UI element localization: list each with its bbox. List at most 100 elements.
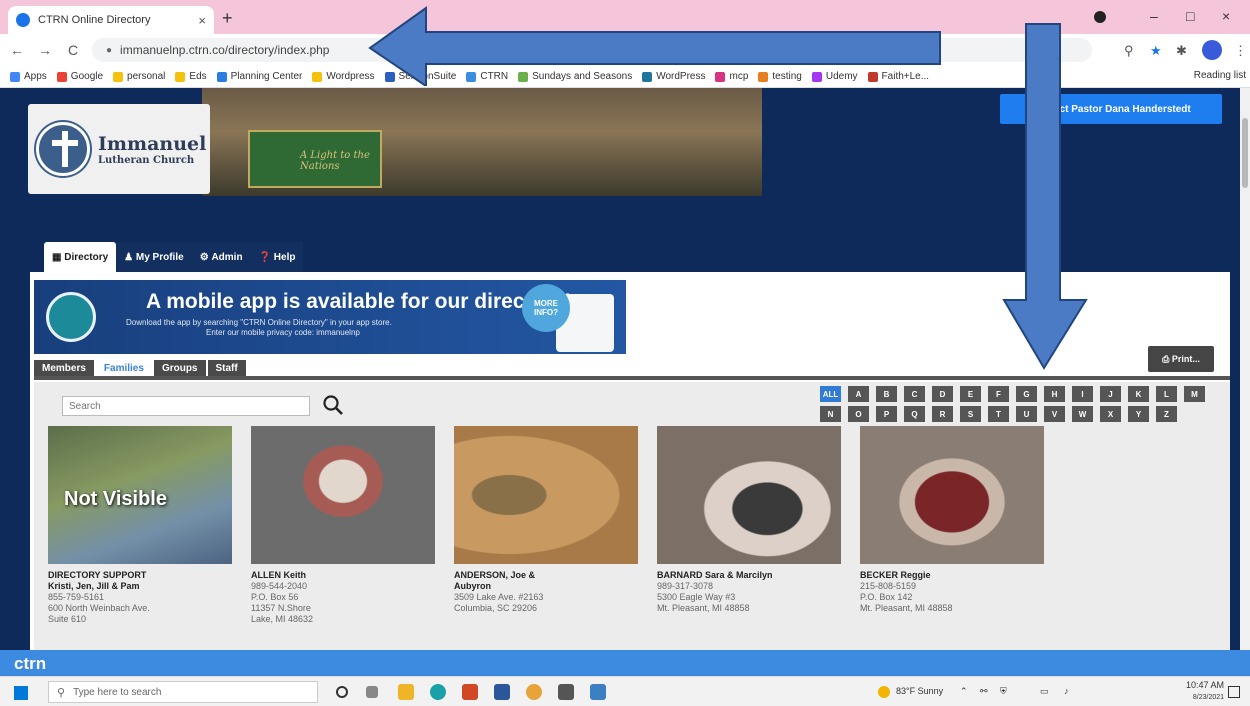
store-icon[interactable] xyxy=(558,684,574,700)
letter-filter-d[interactable]: D xyxy=(932,386,953,402)
letter-filter-s[interactable]: S xyxy=(960,406,981,422)
letter-filter-all[interactable]: ALL xyxy=(820,386,841,402)
bookmark-item[interactable]: Google xyxy=(56,71,103,82)
letter-filter-n[interactable]: N xyxy=(820,406,841,422)
search-icon[interactable] xyxy=(322,394,344,416)
family-name[interactable]: ALLEN Keith xyxy=(251,570,435,581)
bookmark-item[interactable]: Planning Center xyxy=(216,71,302,82)
letter-filter-i[interactable]: I xyxy=(1072,386,1093,402)
family-photo[interactable]: Not Visible xyxy=(48,426,232,564)
notification-icon[interactable] xyxy=(1228,686,1240,698)
subtab-members[interactable]: Members xyxy=(34,360,94,376)
clock[interactable]: 10:47 AM 8/23/2021 xyxy=(1186,680,1224,703)
letter-filter-x[interactable]: X xyxy=(1100,406,1121,422)
bookmark-item[interactable]: personal xyxy=(113,71,165,82)
letter-filter-v[interactable]: V xyxy=(1044,406,1065,422)
scrollbar-thumb[interactable] xyxy=(1242,118,1248,188)
search-input[interactable] xyxy=(62,396,310,416)
letter-filter-t[interactable]: T xyxy=(988,406,1009,422)
letter-filter-o[interactable]: O xyxy=(848,406,869,422)
letter-filter-m[interactable]: M xyxy=(1184,386,1205,402)
clock-date: 8/23/2021 xyxy=(1192,694,1225,701)
family-name[interactable]: ANDERSON, Joe & xyxy=(454,570,638,581)
windows-start-icon[interactable] xyxy=(14,686,28,700)
family-photo[interactable] xyxy=(860,426,1044,564)
bookmark-star-icon[interactable]: ★ xyxy=(1150,43,1162,59)
subtab-staff[interactable]: Staff xyxy=(207,360,246,376)
tab-directory[interactable]: ▦ Directory xyxy=(44,242,117,272)
letter-filter-z[interactable]: Z xyxy=(1156,406,1177,422)
taskbar-search[interactable]: ⚲ Type here to search xyxy=(48,681,318,703)
ctrn-footer-logo[interactable]: ctrn xyxy=(14,654,46,674)
task-view-icon[interactable] xyxy=(366,686,378,698)
subtab-groups[interactable]: Groups xyxy=(153,360,206,376)
more-info-badge[interactable]: MORE INFO? xyxy=(522,284,570,332)
letter-filter-e[interactable]: E xyxy=(960,386,981,402)
letter-filter-l[interactable]: L xyxy=(1156,386,1177,402)
cortana-icon[interactable] xyxy=(336,686,348,698)
letter-filter-q[interactable]: Q xyxy=(904,406,925,422)
photos-icon[interactable] xyxy=(590,684,606,700)
extensions-icon[interactable]: ✱ xyxy=(1176,43,1187,59)
menu-kebab-icon[interactable]: ⋮ xyxy=(1234,43,1247,59)
chrome-icon[interactable] xyxy=(526,684,542,700)
family-photo[interactable] xyxy=(657,426,841,564)
edge-icon[interactable] xyxy=(430,684,446,700)
letter-filter-g[interactable]: G xyxy=(1016,386,1037,402)
bookmark-item[interactable]: Eds xyxy=(175,71,207,82)
letter-filter-j[interactable]: J xyxy=(1100,386,1121,402)
word-icon[interactable] xyxy=(494,684,510,700)
tab-admin[interactable]: ⚙ Admin xyxy=(191,242,251,272)
family-card[interactable]: BECKER Reggie 215-808-5159 P.O. Box 142 Mt.… xyxy=(860,426,1044,625)
window-minimize-button[interactable]: – xyxy=(1150,8,1158,24)
church-logo[interactable]: Immanuel Lutheran Church xyxy=(28,104,210,194)
family-name[interactable]: BARNARD Sara & Marcilyn xyxy=(657,570,841,581)
letter-filter-b[interactable]: B xyxy=(876,386,897,402)
tray-chevron-icon[interactable]: ⌃ xyxy=(960,686,968,697)
volume-icon[interactable]: ♪ xyxy=(1064,686,1069,696)
letter-filter-w[interactable]: W xyxy=(1072,406,1093,422)
letter-filter-p[interactable]: P xyxy=(876,406,897,422)
family-name[interactable]: BECKER Reggie xyxy=(860,570,1044,581)
back-button[interactable]: ← xyxy=(6,42,28,58)
weather-text[interactable]: 83°F Sunny xyxy=(896,686,943,696)
letter-filter-c[interactable]: C xyxy=(904,386,925,402)
family-card[interactable]: BARNARD Sara & Marcilyn 989-317-3078 5300 … xyxy=(657,426,841,625)
letter-filter-k[interactable]: K xyxy=(1128,386,1149,402)
window-maximize-button[interactable]: □ xyxy=(1186,8,1194,24)
shield-icon[interactable]: ⛨ xyxy=(1000,686,1007,697)
network-icon[interactable]: ⚯ xyxy=(980,686,988,697)
extension-record-icon[interactable] xyxy=(1094,11,1106,23)
mobile-app-banner[interactable]: A mobile app is available for our direct… xyxy=(34,280,626,354)
tab-help[interactable]: ❓ Help xyxy=(250,242,304,272)
file-explorer-icon[interactable] xyxy=(398,684,414,700)
letter-filter-u[interactable]: U xyxy=(1016,406,1037,422)
family-card[interactable]: Not Visible DIRECTORY SUPPORT Kristi, Jen,… xyxy=(48,426,232,625)
family-photo[interactable] xyxy=(454,426,638,564)
family-photo[interactable] xyxy=(251,426,435,564)
bookmark-item[interactable]: Apps xyxy=(10,71,47,82)
letter-filter-r[interactable]: R xyxy=(932,406,953,422)
letter-filter-h[interactable]: H xyxy=(1044,386,1065,402)
key-icon[interactable]: ⚲ xyxy=(1124,43,1134,59)
browser-tab[interactable]: CTRN Online Directory × xyxy=(8,6,214,34)
window-close-button[interactable]: × xyxy=(1222,8,1230,24)
page-scrollbar[interactable] xyxy=(1240,88,1250,650)
tab-close-icon[interactable]: × xyxy=(198,13,206,28)
new-tab-button[interactable]: + xyxy=(222,8,233,29)
family-name[interactable]: DIRECTORY SUPPORT xyxy=(48,570,232,581)
bookmark-item[interactable]: Wordpress xyxy=(312,71,375,82)
tab-my-profile[interactable]: ♟ My Profile xyxy=(116,242,192,272)
letter-filter-a[interactable]: A xyxy=(848,386,869,402)
battery-icon[interactable]: ▭ xyxy=(1040,686,1049,697)
letter-filter-y[interactable]: Y xyxy=(1128,406,1149,422)
family-card[interactable]: ALLEN Keith 989-544-2040 P.O. Box 56 11357 … xyxy=(251,426,435,625)
letter-filter-f[interactable]: F xyxy=(988,386,1009,402)
forward-button[interactable]: → xyxy=(34,42,56,58)
reload-button[interactable]: C xyxy=(62,42,84,58)
family-card[interactable]: ANDERSON, Joe & Aubyron 3509 Lake Ave. #21… xyxy=(454,426,638,625)
reading-list-button[interactable]: Reading list xyxy=(1194,70,1246,81)
subtab-families[interactable]: Families xyxy=(95,360,152,376)
powerpoint-icon[interactable] xyxy=(462,684,478,700)
profile-avatar[interactable] xyxy=(1202,40,1222,60)
